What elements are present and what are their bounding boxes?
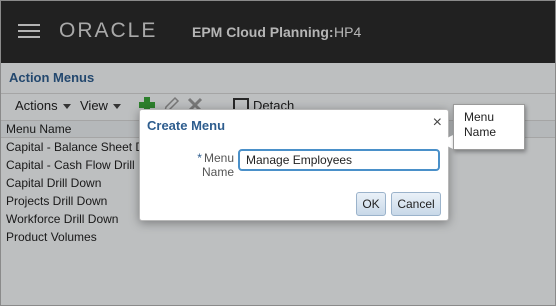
callout-line2: Name [464,125,497,139]
ok-button[interactable]: OK [356,192,386,216]
menu-name-callout: Menu Name [453,104,525,150]
cancel-button[interactable]: Cancel [391,192,441,216]
required-marker: * [197,151,202,165]
menu-name-input[interactable] [238,149,440,171]
menu-name-label-line1: Menu [203,151,234,165]
close-icon[interactable]: × [433,114,442,132]
menu-name-label-line2: Name [201,165,234,179]
menu-name-label: * Menu Name [170,151,234,179]
callout-pointer [439,135,453,149]
callout-line1: Menu [464,110,495,124]
dialog-title: Create Menu [147,118,226,133]
app-window: ORACLE EPM Cloud Planning: HP4 Action Me… [0,0,556,306]
create-menu-dialog: Create Menu × *Menu Name OK Cancel [139,109,449,221]
